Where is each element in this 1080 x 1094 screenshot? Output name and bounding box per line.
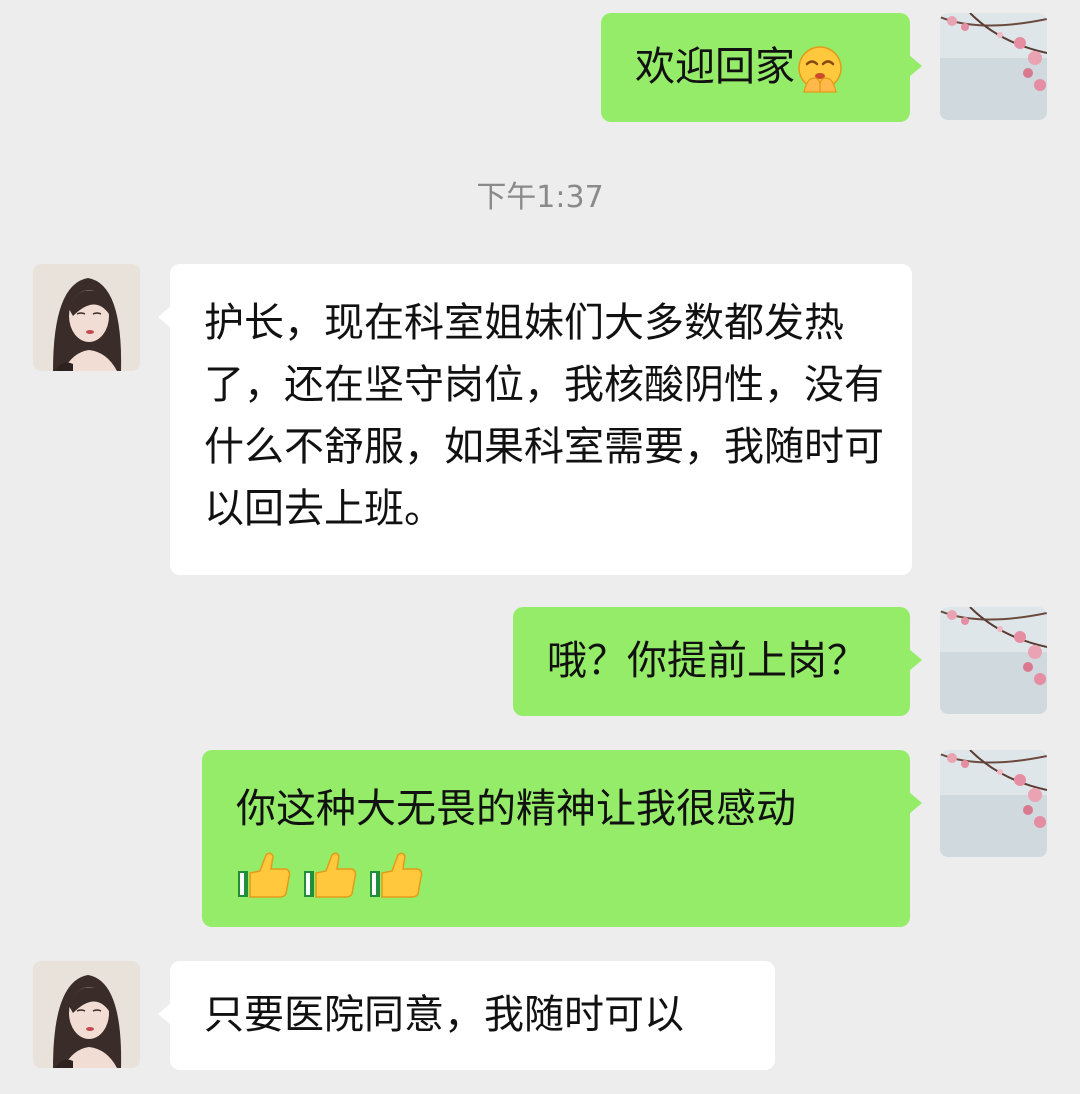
shushing-face-icon (795, 44, 845, 94)
thumbs-up-icon (302, 849, 360, 901)
message-bubble-sent[interactable]: 哦？你提前上岗？ (513, 607, 922, 716)
message-text: 哦？你提前上岗？ (547, 638, 867, 684)
message-bubble-sent[interactable]: 欢迎回家 (601, 13, 922, 122)
my-avatar[interactable] (940, 13, 1047, 120)
timestamp: 下午1:37 (476, 180, 604, 215)
message-text: 护长，现在科室姐妹们大多数都发热了，还在坚守岗位，我核酸阴性，没有什么不舒服，如… (204, 300, 884, 532)
message-bubble-received[interactable]: 护长，现在科室姐妹们大多数都发热了，还在坚守岗位，我核酸阴性，没有什么不舒服，如… (158, 264, 912, 575)
my-avatar[interactable] (940, 750, 1047, 857)
thumbs-up-icon (236, 849, 294, 901)
contact-avatar[interactable] (33, 961, 140, 1068)
message-text: 欢迎回家 (635, 44, 795, 90)
message-bubble-sent[interactable]: 你这种大无畏的精神让我很感动 (202, 750, 922, 927)
contact-avatar[interactable] (33, 264, 140, 371)
message-text: 你这种大无畏的精神让我很感动 (236, 786, 796, 832)
my-avatar[interactable] (940, 607, 1047, 714)
message-text: 只要医院同意，我随时可以 (204, 992, 684, 1038)
message-bubble-received[interactable]: 只要医院同意，我随时可以 (158, 961, 775, 1070)
thumbs-up-icon (368, 849, 426, 901)
